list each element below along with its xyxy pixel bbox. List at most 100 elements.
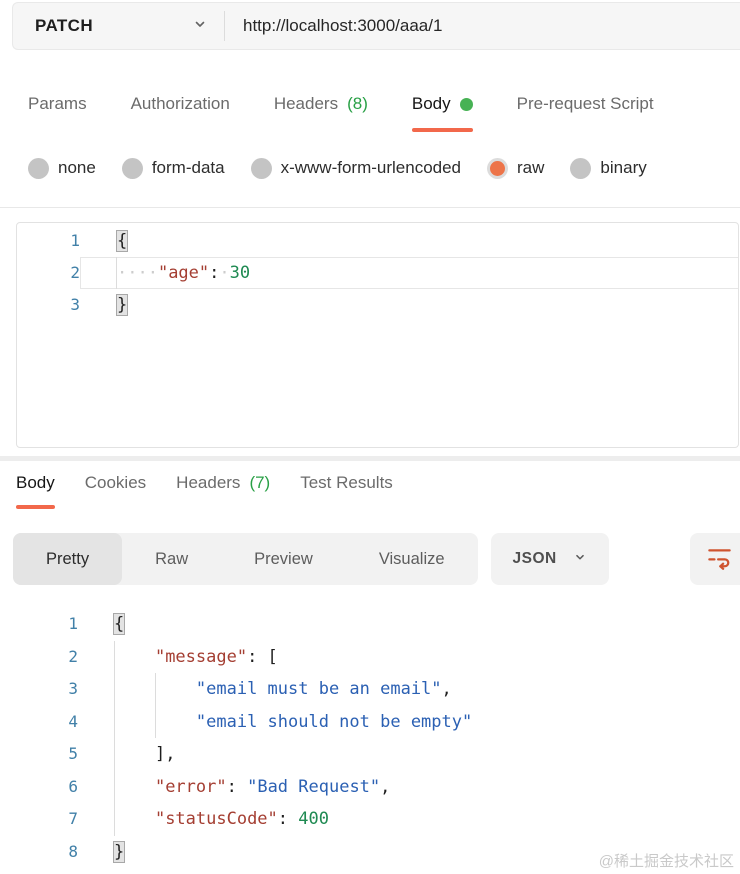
watermark: @稀土掘金技术社区 bbox=[599, 850, 734, 871]
code-line: 1{ bbox=[0, 608, 740, 641]
body-mode-x-www-form-urlencoded[interactable]: x-www-form-urlencoded bbox=[251, 158, 461, 179]
code-line: 3 "email must be an email", bbox=[0, 673, 740, 706]
wrap-lines-icon bbox=[706, 543, 733, 575]
view-mode-visualize[interactable]: Visualize bbox=[346, 533, 478, 585]
chevron-down-icon bbox=[573, 550, 587, 569]
radio-icon bbox=[570, 158, 591, 179]
response-toolbar: Pretty Raw Preview Visualize JSON bbox=[13, 533, 740, 585]
body-mode-none[interactable]: none bbox=[28, 158, 96, 179]
headers-count-badge: (8) bbox=[347, 94, 368, 114]
request-url-bar: PATCH bbox=[12, 2, 740, 50]
method-dropdown[interactable]: PATCH bbox=[13, 3, 224, 49]
line-number: 1 bbox=[0, 608, 78, 641]
body-mode-raw[interactable]: raw bbox=[487, 158, 544, 179]
line-number: 1 bbox=[17, 225, 80, 257]
radio-selected-icon bbox=[490, 161, 505, 176]
request-body-editor[interactable]: 1{2····"age":·303} bbox=[16, 222, 739, 448]
tab-label: Body bbox=[412, 94, 451, 114]
chevron-down-icon bbox=[192, 16, 208, 37]
response-tab-body[interactable]: Body bbox=[16, 473, 55, 509]
code-line: 4 "email should not be empty" bbox=[0, 706, 740, 739]
tab-label: Params bbox=[28, 94, 87, 114]
code-line[interactable]: 1{ bbox=[17, 225, 738, 257]
line-number: 5 bbox=[0, 738, 78, 771]
tab-label: Cookies bbox=[85, 473, 146, 493]
tab-label: Headers bbox=[274, 94, 338, 114]
response-tab-cookies[interactable]: Cookies bbox=[85, 473, 146, 509]
tab-label: Authorization bbox=[131, 94, 230, 114]
line-number: 2 bbox=[0, 641, 78, 674]
indent-guide bbox=[114, 673, 115, 706]
format-label: JSON bbox=[513, 550, 557, 568]
tab-label: Body bbox=[16, 473, 55, 493]
radio-label: raw bbox=[517, 158, 544, 178]
code-text: "message": [ bbox=[78, 641, 740, 674]
code-text: ], bbox=[78, 738, 740, 771]
response-tab-test-results[interactable]: Test Results bbox=[300, 473, 393, 509]
body-indicator-dot bbox=[460, 98, 473, 111]
radio-icon bbox=[251, 158, 272, 179]
indent-guide bbox=[116, 257, 117, 289]
tab-label: Pre-request Script bbox=[517, 94, 654, 114]
tab-label: Headers bbox=[176, 473, 240, 493]
divider bbox=[0, 207, 740, 208]
format-dropdown[interactable]: JSON bbox=[491, 533, 609, 585]
code-text: "statusCode": 400 bbox=[78, 803, 740, 836]
code-line: 5 ], bbox=[0, 738, 740, 771]
line-number: 7 bbox=[0, 803, 78, 836]
code-text: ····"age":·30 bbox=[80, 257, 738, 289]
segment-label: Preview bbox=[254, 550, 313, 569]
headers-count-badge: (7) bbox=[249, 473, 270, 493]
indent-guide bbox=[155, 673, 156, 706]
radio-label: binary bbox=[600, 158, 646, 178]
indent-guide bbox=[155, 706, 156, 739]
body-mode-selector: none form-data x-www-form-urlencoded raw… bbox=[0, 148, 740, 188]
indent-guide bbox=[114, 803, 115, 836]
tab-body[interactable]: Body bbox=[412, 92, 473, 132]
request-response-divider bbox=[0, 456, 740, 461]
response-tab-headers[interactable]: Headers (7) bbox=[176, 473, 270, 509]
wrap-lines-button[interactable] bbox=[690, 533, 740, 585]
line-number: 3 bbox=[17, 289, 80, 321]
view-mode-pretty[interactable]: Pretty bbox=[13, 533, 122, 585]
view-mode-preview[interactable]: Preview bbox=[221, 533, 346, 585]
body-mode-binary[interactable]: binary bbox=[570, 158, 646, 179]
radio-icon bbox=[122, 158, 143, 179]
line-number: 3 bbox=[0, 673, 78, 706]
line-number: 2 bbox=[17, 257, 80, 289]
indent-guide bbox=[114, 641, 115, 674]
url-input[interactable] bbox=[225, 16, 740, 36]
code-line: 6 "error": "Bad Request", bbox=[0, 771, 740, 804]
request-tabs: Params Authorization Headers (8) Body Pr… bbox=[0, 92, 740, 132]
code-line: 7 "statusCode": 400 bbox=[0, 803, 740, 836]
line-number: 4 bbox=[0, 706, 78, 739]
code-text: "email must be an email", bbox=[78, 673, 740, 706]
radio-label: form-data bbox=[152, 158, 225, 178]
tab-headers[interactable]: Headers (8) bbox=[274, 92, 368, 132]
radio-icon bbox=[28, 158, 49, 179]
segment-label: Pretty bbox=[46, 550, 89, 569]
method-label: PATCH bbox=[35, 16, 93, 36]
code-text: "email should not be empty" bbox=[78, 706, 740, 739]
tab-authorization[interactable]: Authorization bbox=[131, 92, 230, 132]
response-body-viewer[interactable]: 1{2 "message": [3 "email must be an emai… bbox=[0, 608, 740, 868]
indent-guide bbox=[114, 706, 115, 739]
segment-label: Raw bbox=[155, 550, 188, 569]
view-mode-switcher: Pretty Raw Preview Visualize bbox=[13, 533, 478, 585]
segment-label: Visualize bbox=[379, 550, 445, 569]
tab-params[interactable]: Params bbox=[28, 92, 87, 132]
code-line[interactable]: 2····"age":·30 bbox=[17, 257, 738, 289]
indent-guide bbox=[114, 738, 115, 771]
code-text: } bbox=[80, 289, 738, 321]
radio-label: none bbox=[58, 158, 96, 178]
code-line[interactable]: 3} bbox=[17, 289, 738, 321]
code-text: { bbox=[80, 225, 738, 257]
tab-label: Test Results bbox=[300, 473, 393, 493]
tab-pre-request-script[interactable]: Pre-request Script bbox=[517, 92, 654, 132]
view-mode-raw[interactable]: Raw bbox=[122, 533, 221, 585]
indent-guide bbox=[114, 771, 115, 804]
body-mode-form-data[interactable]: form-data bbox=[122, 158, 225, 179]
code-text: { bbox=[78, 608, 740, 641]
code-text: "error": "Bad Request", bbox=[78, 771, 740, 804]
response-tabs: Body Cookies Headers (7) Test Results bbox=[0, 473, 740, 509]
